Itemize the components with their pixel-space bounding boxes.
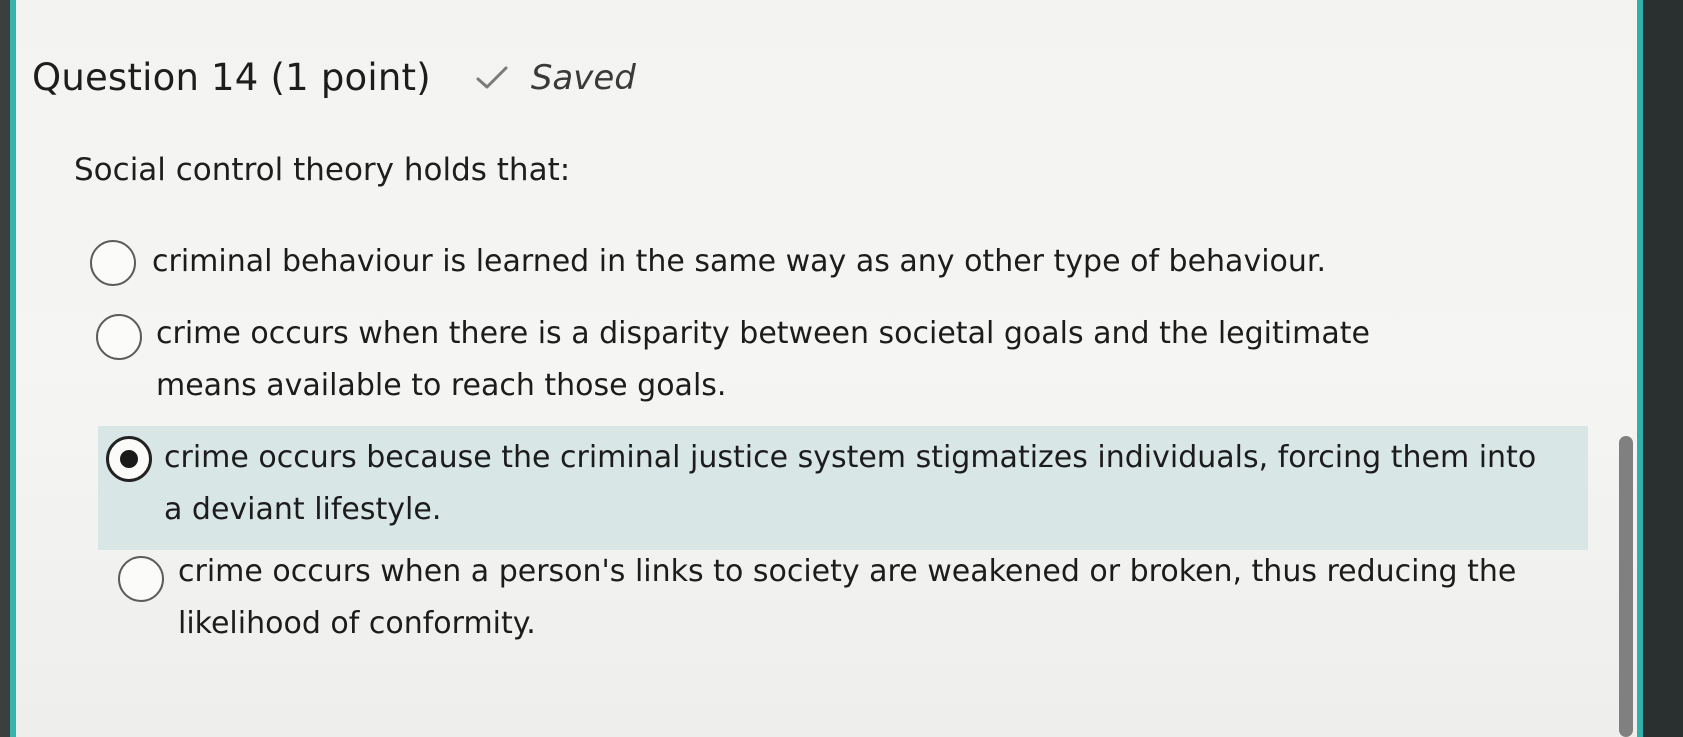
- option-label: crime occurs when a person's links to so…: [178, 554, 1517, 641]
- scrollbar[interactable]: [1617, 0, 1637, 737]
- answer-option-4[interactable]: crime occurs when a person's links to so…: [118, 546, 1518, 650]
- option-label: crime occurs because the criminal justic…: [164, 440, 1537, 527]
- radio-button-option-2[interactable]: [96, 314, 142, 360]
- answer-option-3[interactable]: crime occurs because the criminal justic…: [98, 426, 1588, 550]
- scrollbar-thumb[interactable]: [1619, 436, 1633, 737]
- option-label: crime occurs when there is a disparity b…: [156, 316, 1370, 403]
- quiz-screen: Question 14 (1 point) Saved Social contr…: [0, 0, 1683, 737]
- answer-options: criminal behaviour is learned in the sam…: [0, 0, 1683, 737]
- answer-option-2[interactable]: crime occurs when there is a disparity b…: [96, 308, 1426, 412]
- radio-button-option-3[interactable]: [106, 436, 152, 482]
- option-label: criminal behaviour is learned in the sam…: [152, 244, 1327, 279]
- radio-button-option-4[interactable]: [118, 556, 164, 602]
- radio-button-option-1[interactable]: [90, 240, 136, 286]
- right-bezel: [1643, 0, 1683, 737]
- answer-option-1[interactable]: criminal behaviour is learned in the sam…: [90, 236, 1470, 288]
